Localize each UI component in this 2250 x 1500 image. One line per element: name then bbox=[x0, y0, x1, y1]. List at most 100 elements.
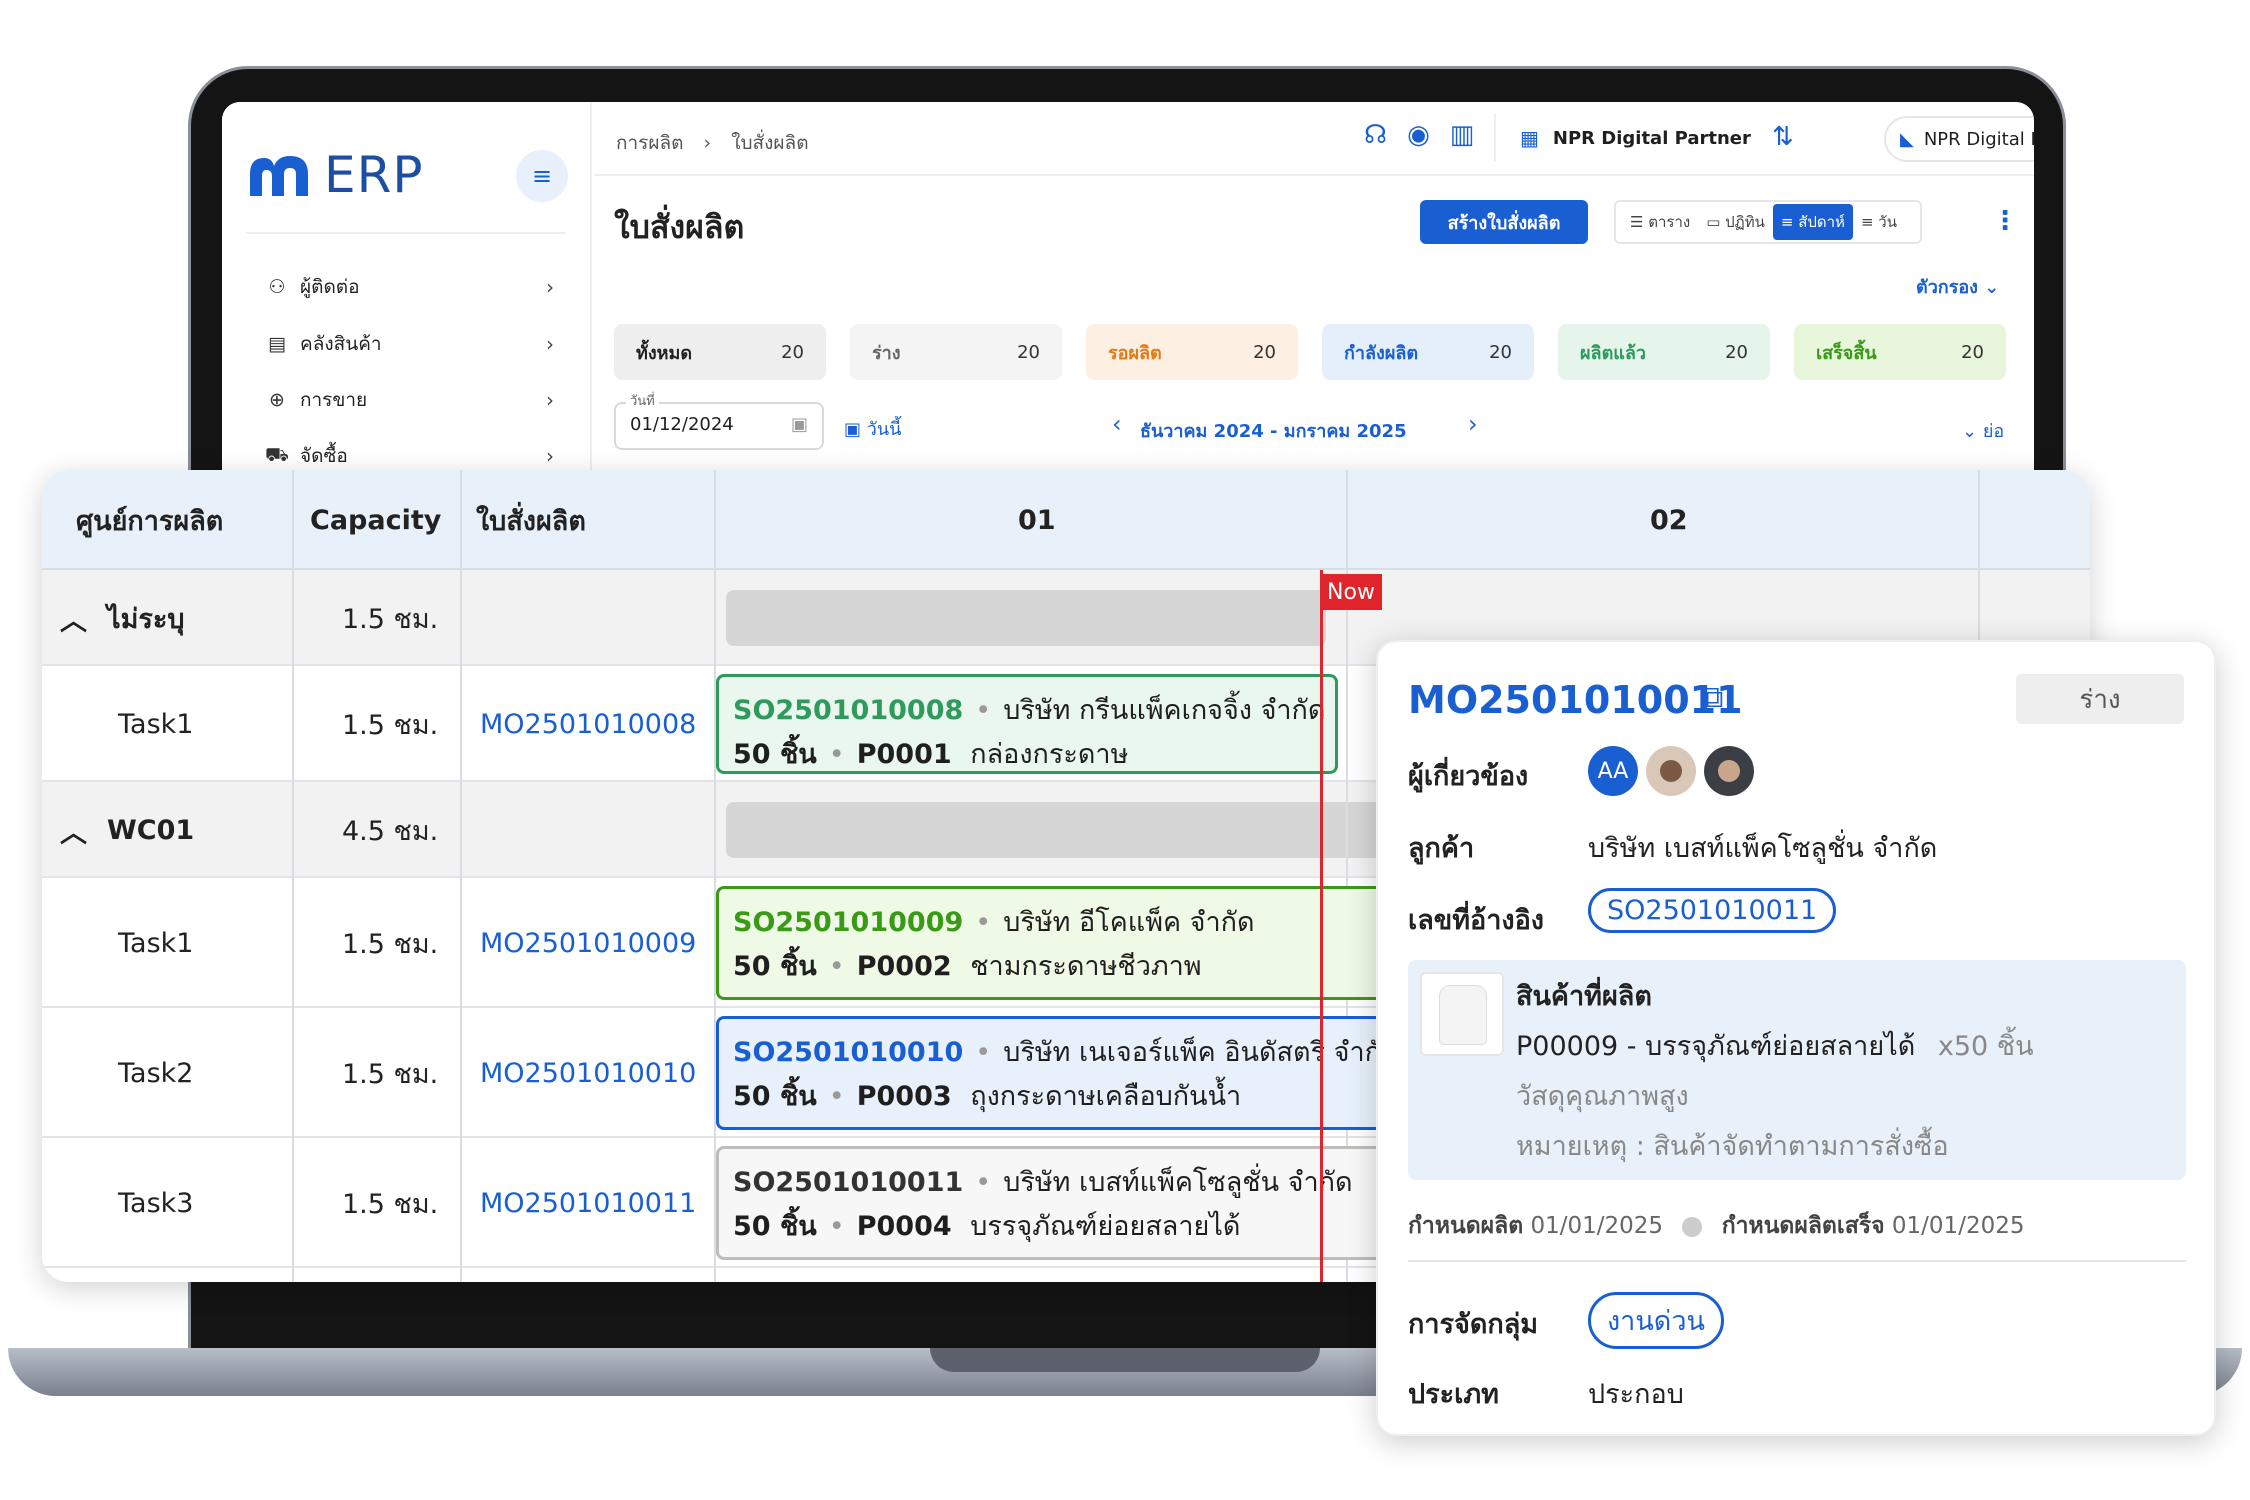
logo-mark-icon bbox=[250, 156, 308, 196]
previous-period-icon[interactable]: ‹ bbox=[1112, 410, 1122, 438]
group-name-cell: ︿ ไม่ระบุ bbox=[60, 570, 185, 666]
sidebar-item-inventory[interactable]: ▤ คลังสินค้า › bbox=[264, 324, 554, 364]
sales-order-id: SO2501010009 bbox=[733, 907, 964, 938]
today-label: วันนี้ bbox=[866, 419, 902, 440]
task-bar[interactable]: SO2501010011 • บริษัท เบสท์แพ็คโซลูชั่น จำ… bbox=[716, 1146, 1436, 1260]
more-options-icon[interactable]: ⋮ bbox=[1992, 206, 2018, 236]
group-tag[interactable]: งานด่วน bbox=[1588, 1292, 1724, 1349]
external-link-icon[interactable]: ⧉ bbox=[1702, 680, 1723, 715]
column-divider bbox=[292, 470, 294, 1282]
chevron-up-icon[interactable]: ︿ bbox=[60, 811, 87, 850]
sidebar-item-sales[interactable]: ⊕ การขาย › bbox=[264, 380, 554, 420]
status-card-label: เสร็จสิ้น bbox=[1816, 342, 1877, 364]
customer-value: บริษัท เบสท์แพ็คโซลูชั่น จำกัด bbox=[1588, 833, 1938, 864]
end-label: กำหนดผลิตเสร็จ bbox=[1721, 1213, 1885, 1239]
schedule-dates: กำหนดผลิต 01/01/2025 กำหนดผลิตเสร็จ 01/0… bbox=[1408, 1208, 2024, 1244]
group-capacity: 4.5 ชม. bbox=[342, 815, 439, 847]
product-line: P00009 - บรรจุภัณฑ์ย่อยสลายได้ x50 ชิ้น bbox=[1516, 1024, 2034, 1067]
laptop-notch bbox=[930, 1348, 1320, 1372]
user-logo-icon: ◣ bbox=[1900, 128, 1914, 150]
column-divider bbox=[460, 470, 462, 1282]
inventory-icon: ▤ bbox=[268, 333, 286, 355]
status-card[interactable]: ทั้งหมด 20 bbox=[614, 324, 826, 380]
task-capacity: 1.5 ชม. bbox=[342, 709, 439, 741]
start-date: 01/01/2025 bbox=[1530, 1213, 1664, 1239]
line-chat-icon[interactable]: ◉ bbox=[1407, 120, 1430, 150]
collapse-toggle[interactable]: ⌄ ย่อ bbox=[1962, 416, 2004, 445]
header-work-center: ศูนย์การผลิต bbox=[76, 505, 224, 537]
task-capacity: 1.5 ชม. bbox=[342, 1058, 439, 1090]
order-link[interactable]: MO2501010008 bbox=[480, 666, 696, 782]
date-value: 01/12/2024 bbox=[630, 414, 734, 435]
view-calendar-tab[interactable]: ▭ ปฏิทิน bbox=[1698, 204, 1773, 240]
task-capacity: 1.5 ชม. bbox=[342, 1188, 439, 1220]
company-selector[interactable]: ▦ NPR Digital Partner bbox=[1494, 114, 1751, 162]
chevron-up-icon[interactable]: ︿ bbox=[60, 599, 87, 638]
customer-name: บริษัท เบสท์แพ็คโซลูชั่น จำกัด bbox=[1003, 1167, 1353, 1198]
now-line bbox=[1320, 570, 1323, 1282]
top-bar: การผลิต › ใบสั่งผลิต ☊ ◉ ▥ ▦ NPR Digital… bbox=[594, 102, 2034, 176]
sidebar-item-contacts[interactable]: ⚇ ผู้ติดต่อ › bbox=[264, 267, 554, 307]
chevron-right-icon: › bbox=[703, 132, 712, 154]
order-detail-card: MO2501010011 ⧉ ร่าง ผู้เกี่ยวข้อง AA ลูก… bbox=[1376, 640, 2216, 1436]
today-button[interactable]: ▣ วันนี้ bbox=[844, 414, 901, 443]
order-id[interactable]: MO2501010011 bbox=[1408, 678, 1743, 722]
logo-text: ERP bbox=[324, 146, 424, 204]
user-menu[interactable]: ◣ NPR Digital Partner Administrator bbox=[1884, 116, 2034, 162]
product-title: สินค้าที่ผลิต bbox=[1516, 981, 1652, 1012]
product-image bbox=[1420, 972, 1504, 1056]
plus-circle-icon: ⊕ bbox=[269, 389, 285, 411]
task-bar[interactable]: SO2501010009 • บริษัท อีโคแพ็ค จำกัด 50 ชิ้… bbox=[716, 886, 1436, 1000]
separator-dot: • bbox=[828, 951, 845, 982]
support-icon[interactable]: ☊ bbox=[1364, 120, 1387, 150]
company-name: NPR Digital Partner bbox=[1552, 127, 1751, 149]
view-table-tab[interactable]: ☰ ตาราง bbox=[1622, 204, 1698, 240]
view-day-tab[interactable]: ≡ วัน bbox=[1853, 204, 1905, 240]
now-tag: Now bbox=[1320, 574, 1382, 610]
group-name: ไม่ระบุ bbox=[107, 603, 185, 635]
sales-order-id: SO2501010010 bbox=[733, 1037, 964, 1068]
app-logo[interactable]: ERP bbox=[246, 146, 423, 204]
gantt-header: ศูนย์การผลิต Capacity ใบสั่งผลิต 01 02 bbox=[42, 470, 2090, 570]
period-label: ธันวาคม 2024 - มกราคม 2025 bbox=[1140, 421, 1407, 442]
chevron-right-icon: › bbox=[546, 332, 554, 356]
group-capacity: 1.5 ชม. bbox=[342, 603, 439, 635]
order-link[interactable]: MO2501010009 bbox=[480, 878, 696, 1008]
avatar[interactable] bbox=[1704, 746, 1754, 796]
breadcrumb-item[interactable]: การผลิต bbox=[616, 132, 684, 154]
calendar-icon: ▣ bbox=[790, 414, 808, 435]
next-period-icon[interactable]: › bbox=[1468, 410, 1478, 438]
manual-icon[interactable]: ▥ bbox=[1450, 120, 1475, 150]
status-card[interactable]: กำลังผลิต 20 bbox=[1322, 324, 1534, 380]
customer-name: บริษัท อีโคแพ็ค จำกัด bbox=[1003, 907, 1255, 938]
status-card[interactable]: ร่าง 20 bbox=[850, 324, 1062, 380]
type-value: ประกอบ bbox=[1588, 1379, 1684, 1410]
create-order-button[interactable]: สร้างใบสั่งผลิต bbox=[1420, 200, 1588, 244]
chevron-right-icon: › bbox=[546, 444, 554, 468]
status-card-label: รอผลิต bbox=[1108, 342, 1162, 364]
header-day-02: 02 bbox=[1650, 504, 1688, 536]
view-week-tab[interactable]: ≡ สัปดาห์ bbox=[1772, 204, 1853, 240]
filter-toggle[interactable]: ตัวกรอง ⌄ bbox=[1916, 272, 1999, 301]
avatar[interactable]: AA bbox=[1588, 746, 1638, 796]
task-bar[interactable]: SO2501010010 • บริษัท เนเจอร์แพ็ค อินดัสตร… bbox=[716, 1016, 1436, 1130]
page-title: ใบสั่งผลิต bbox=[614, 208, 745, 246]
status-card[interactable]: ผลิตแล้ว 20 bbox=[1558, 324, 1770, 380]
task-line-2: 50 ชิ้น • P0003 ถุงกระดาษเคลือบกันน้ำ bbox=[733, 1075, 1419, 1119]
switch-company-icon[interactable]: ⇅ bbox=[1772, 122, 1794, 152]
avatar[interactable] bbox=[1646, 746, 1696, 796]
status-card[interactable]: เสร็จสิ้น 20 bbox=[1794, 324, 2006, 380]
menu-toggle-button[interactable]: ≡ bbox=[516, 150, 568, 202]
separator-dot: • bbox=[975, 1167, 992, 1198]
reference-tag[interactable]: SO2501010011 bbox=[1588, 888, 1837, 933]
separator-dot: • bbox=[975, 1037, 992, 1068]
sales-order-id: SO2501010011 bbox=[733, 1167, 964, 1198]
order-link[interactable]: MO2501010011 bbox=[480, 1138, 696, 1268]
status-badge: ร่าง bbox=[2016, 674, 2184, 724]
chevron-right-icon: › bbox=[546, 275, 554, 299]
order-link[interactable]: MO2501010010 bbox=[480, 1008, 696, 1138]
task-bar[interactable]: SO2501010008 • บริษัท กรีนแพ็คเกจจิ้ง จำกั… bbox=[716, 674, 1338, 774]
status-card[interactable]: รอผลิต 20 bbox=[1086, 324, 1298, 380]
building-icon: ▦ bbox=[1520, 126, 1539, 150]
product-name: P00009 - บรรจุภัณฑ์ย่อยสลายได้ bbox=[1516, 1031, 1916, 1062]
